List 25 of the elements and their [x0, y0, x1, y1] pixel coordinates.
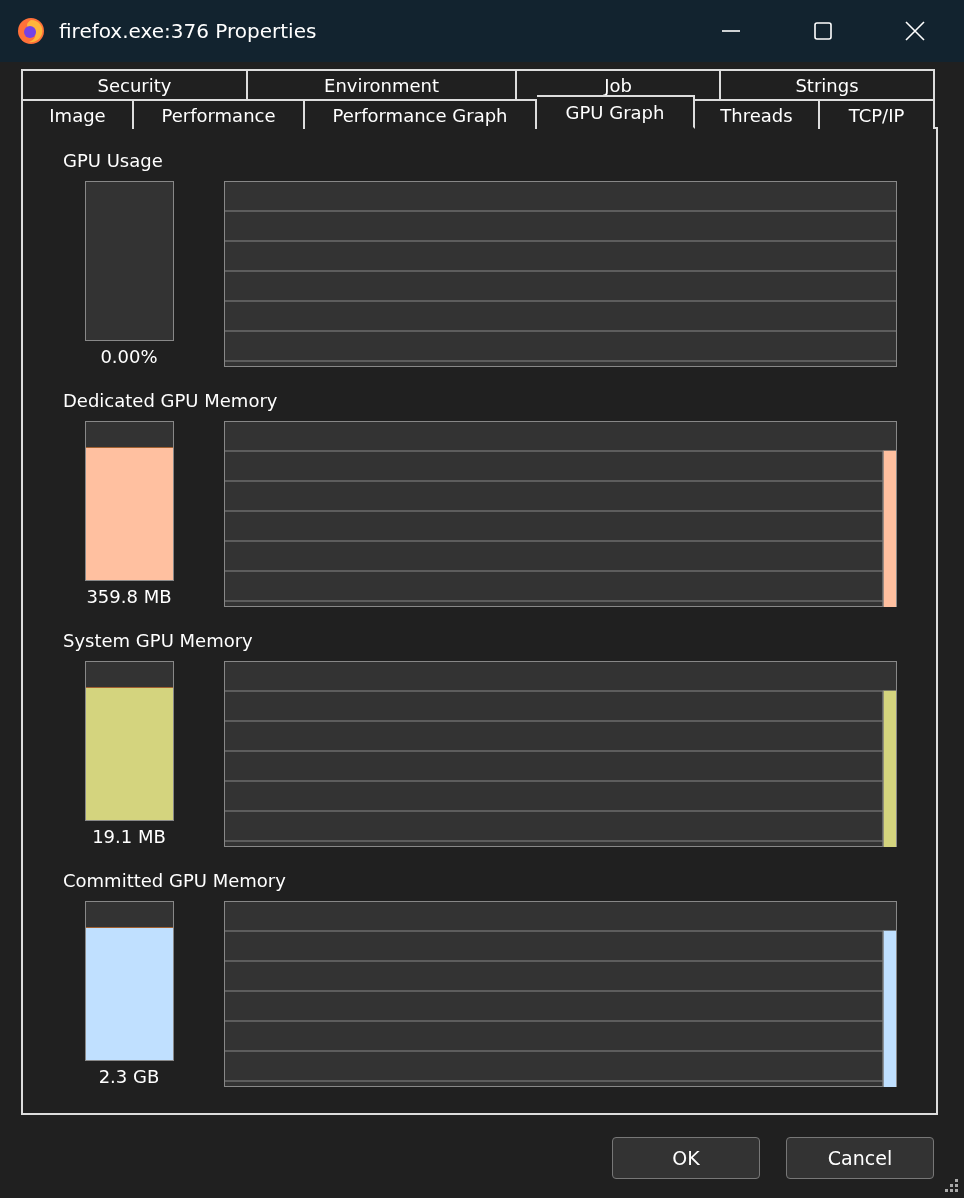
meter-reading: 359.8 MB — [86, 585, 172, 609]
meter-reading: 2.3 GB — [98, 1065, 160, 1089]
tab[interactable]: Threads — [695, 99, 820, 129]
maximize-icon[interactable] — [812, 20, 834, 42]
section-title: Committed GPU Memory — [63, 869, 287, 893]
close-icon[interactable] — [904, 20, 926, 42]
tab[interactable]: TCP/IP — [820, 99, 935, 129]
window-title: firefox.exe:376 Properties — [59, 19, 318, 43]
tab[interactable]: Environment — [248, 69, 517, 99]
tab[interactable]: Image — [21, 99, 134, 129]
ok-button[interactable]: OK — [612, 1137, 760, 1179]
tab[interactable]: Job — [517, 69, 721, 99]
tab[interactable]: Performance — [134, 99, 305, 129]
tab[interactable]: GPU Graph — [537, 95, 695, 129]
resize-grip-icon[interactable] — [945, 1179, 959, 1193]
tab[interactable]: Security — [21, 69, 248, 99]
meter-reading: 0.00% — [100, 345, 158, 369]
firefox-logo-icon — [17, 17, 45, 45]
section-title: GPU Usage — [63, 149, 164, 173]
tab[interactable]: Strings — [721, 69, 935, 99]
tab[interactable]: Performance Graph — [305, 99, 537, 129]
meter-reading: 19.1 MB — [92, 825, 166, 849]
section-title: Dedicated GPU Memory — [63, 389, 279, 413]
cancel-button[interactable]: Cancel — [786, 1137, 934, 1179]
section-title: System GPU Memory — [63, 629, 254, 653]
